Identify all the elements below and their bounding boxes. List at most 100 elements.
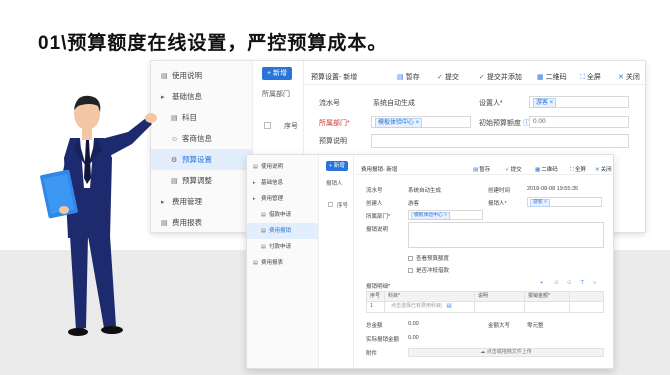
row-amount-field[interactable]: [525, 302, 570, 312]
budget-desc-field[interactable]: [371, 134, 629, 148]
list-column-seq: 序号: [284, 123, 298, 130]
row-action-icon[interactable]: ⊙: [567, 280, 572, 286]
sidebar-item-label: 客商信息: [182, 134, 212, 143]
submit-button[interactable]: ✓提交: [437, 72, 459, 82]
settings-icon: ⚙: [171, 157, 178, 164]
created-label: 创建时间: [488, 188, 511, 194]
list-column-seq: 序号: [337, 203, 349, 209]
row-action-icon[interactable]: ⊙: [554, 280, 559, 286]
detail-label: 报销明细*: [366, 284, 391, 290]
new-button[interactable]: + 新增: [262, 67, 293, 80]
attachment-label: 附件: [366, 351, 378, 357]
sidebar-item-label: 借款申请: [269, 212, 292, 218]
close-icon: ✕: [618, 74, 624, 81]
sidebar-item[interactable]: ▤ 付款申请: [247, 239, 318, 255]
sidebar-item-label: 预算设置: [182, 155, 212, 164]
detail-table: 序号 科目* 说明 报销金额* 1 点击选择已有费用科目 ▤: [366, 291, 604, 313]
sidebar-item[interactable]: ▤ 费用报销: [247, 223, 318, 239]
claimant-tag: 游客 ×: [530, 199, 550, 207]
dept-label: 所属部门*: [366, 214, 391, 220]
row-desc-field[interactable]: [475, 302, 525, 312]
select-icon: ▤: [443, 303, 453, 309]
setter-tag: 游客 ×: [533, 98, 557, 108]
sidebar-item[interactable]: ▤ 费用报表: [247, 255, 318, 271]
upper-amount-label: 金额大写: [488, 323, 511, 329]
save-icon: ▤: [473, 167, 479, 173]
front-sidebar: ▤ 使用说明 ▸ 基础信息 ▸ 费用管理 ▤ 借款申请 ▤ 费用报销 ▤ 付款申请 ▤ 费用报表: [247, 155, 319, 368]
budget-check-option[interactable]: 查看预算额度: [408, 254, 449, 262]
sort-icon[interactable]: ≡: [593, 280, 596, 286]
init-budget-label: 初始预算额度 ⓘ: [479, 120, 530, 127]
upload-area[interactable]: ☁ 点击或拖拽文件上传: [408, 348, 604, 357]
slide: 01\预算额度在线设置，严控预算成本。 ▤ 使用说明 ▸ 基础信息 ▤ 科目 ☺ 客商信息 ⚙ 预…: [0, 0, 670, 375]
new-button[interactable]: + 新增: [326, 161, 348, 171]
add-row-icon[interactable]: +: [540, 280, 543, 286]
sidebar-item-label: 费用管理: [172, 197, 202, 206]
qrcode-button[interactable]: ▦二维码: [537, 72, 567, 82]
dept-label: 所属部门*: [319, 120, 350, 127]
setter-field[interactable]: 游客 ×: [529, 96, 629, 108]
report-icon: ▤: [253, 260, 258, 266]
save-icon: ▤: [397, 74, 404, 81]
close-button[interactable]: ✕关闭: [595, 165, 612, 173]
move-top-icon[interactable]: ⊤: [580, 280, 585, 286]
check-icon: ✓: [437, 74, 443, 81]
sidebar-item-label: 预算调整: [182, 176, 212, 185]
submit-and-add-button[interactable]: ✓ 提交并添加: [479, 72, 522, 82]
sidebar-item-label: 费用报表: [172, 218, 202, 227]
table-row: 1 点击选择已有费用科目 ▤: [366, 302, 604, 313]
expense-icon: ▤: [261, 228, 266, 234]
sidebar-item[interactable]: ▤ 借款申请: [247, 207, 318, 223]
close-icon: ✕: [595, 167, 600, 173]
total-label: 总金额: [366, 323, 383, 329]
sidebar-item-label: 基础信息: [261, 180, 284, 186]
select-all-checkbox[interactable]: [264, 122, 271, 129]
serial-value: 系统自动生成: [373, 100, 415, 107]
fullscreen-button[interactable]: ⛶全屏: [570, 165, 586, 174]
sidebar-item-label: 费用报表: [261, 260, 284, 266]
total-value: 0.00: [408, 321, 419, 327]
user-icon: ☺: [171, 136, 179, 143]
offset-loan-option[interactable]: 是否冲抵借款: [408, 266, 449, 274]
creator-label: 创建人: [366, 201, 383, 207]
dept-field[interactable]: 模板体验中心 ×: [371, 116, 471, 128]
sidebar-item[interactable]: ▤ 使用说明: [247, 159, 318, 175]
dept-tag: 模板体验中心 ×: [411, 212, 450, 220]
form-title: 费用报销- 新增: [361, 167, 398, 173]
checkbox[interactable]: [408, 268, 413, 274]
serial-value: 系统自动生成: [408, 188, 442, 194]
close-button[interactable]: ✕关闭: [618, 72, 640, 82]
headline: 01\预算额度在线设置，严控预算成本。: [38, 33, 388, 54]
dept-field[interactable]: 模板体验中心 ×: [408, 210, 483, 220]
list-column-claimant: 报销人: [326, 181, 343, 187]
claimant-field[interactable]: 游客 ×: [527, 197, 602, 207]
init-budget-field[interactable]: 0.00: [529, 116, 629, 128]
submit-button[interactable]: ✓提交: [505, 165, 522, 173]
claim-desc-field[interactable]: [408, 222, 604, 248]
sidebar-item-label: 付款申请: [269, 244, 292, 250]
fullscreen-button[interactable]: ⛶全屏: [580, 72, 601, 82]
front-list-pane: + 新增 报销人 序号: [320, 155, 354, 368]
creator-value: 游客: [408, 201, 420, 207]
sidebar-item[interactable]: ▸ 基础信息: [247, 175, 318, 191]
select-all-checkbox[interactable]: [328, 202, 333, 207]
setter-label: 设置人*: [479, 100, 503, 107]
folder-icon: ▸: [253, 180, 256, 186]
save-draft-button[interactable]: ▤暂存: [397, 72, 420, 82]
checkbox[interactable]: [408, 256, 413, 262]
sidebar-item[interactable]: ▸ 费用管理: [247, 191, 318, 207]
claim-desc-label: 报销说明: [366, 227, 389, 233]
sidebar-item-label: 费用报销: [269, 228, 292, 234]
qrcode-icon: ▦: [535, 167, 541, 173]
subject-select[interactable]: 点击选择已有费用科目 ▤: [385, 302, 475, 312]
sidebar-item-label: 使用说明: [261, 164, 284, 170]
fullscreen-icon: ⛶: [580, 74, 585, 81]
created-value: 2018-08-08 19:55:35: [527, 186, 579, 192]
ledger-icon: ▤: [171, 115, 178, 122]
save-draft-button[interactable]: ▤暂存: [473, 165, 490, 173]
upper-amount-value: 零元整: [527, 323, 544, 329]
actual-value: 0.00: [408, 335, 419, 341]
claimant-label: 报销人*: [488, 201, 507, 207]
folder-icon: ▸: [253, 196, 256, 202]
qrcode-button[interactable]: ▦二维码: [535, 165, 558, 173]
